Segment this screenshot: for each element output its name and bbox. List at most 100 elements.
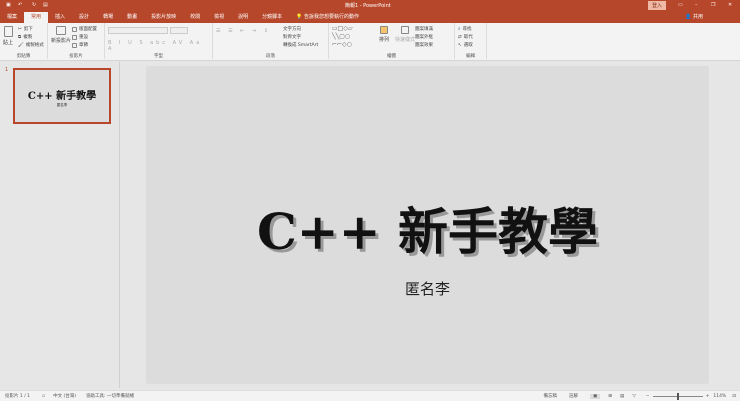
quick-styles-button[interactable]: 快速樣式 xyxy=(395,26,415,43)
paragraph-label: 段落 xyxy=(266,54,275,59)
arrange-button[interactable]: 排列 xyxy=(379,26,389,43)
zoom-level[interactable]: 114% xyxy=(713,394,726,399)
shape-outline-label: 圖案外框 xyxy=(415,35,433,40)
slide-title[interactable]: C++ 新手教學 xyxy=(147,192,708,264)
new-slide-button[interactable]: 新投影片 xyxy=(51,26,71,44)
slide-thumbnail[interactable]: C++ 新手教學 匿名李 xyxy=(13,68,111,124)
shapes-gallery[interactable]: ▭□◇▱ ╲╲▢○ ⌐⌐◇○ xyxy=(332,25,372,49)
layout-icon xyxy=(72,26,77,32)
normal-view-icon[interactable]: ▣ xyxy=(590,393,601,399)
thumbnail-subtitle: 匿名李 xyxy=(56,103,68,107)
ribbon-tabs: 檔案 常用 插入 設計 轉場 動畫 投影片放映 校閱 檢視 說明 分鏡腳本 💡 … xyxy=(0,12,740,23)
slides-label: 投影片 xyxy=(69,54,83,59)
slide-counter: 投影片 1 / 1 xyxy=(5,394,31,399)
align-text-button[interactable]: 對齊文字 xyxy=(283,33,318,41)
reading-view-icon[interactable]: ▤ xyxy=(620,394,624,399)
select-label: 選取 xyxy=(463,43,473,48)
thumbnail-title: C++ 新手教學 xyxy=(27,91,97,102)
format-painter-button[interactable]: 🖌 複製格式 xyxy=(18,41,44,49)
section-button[interactable]: 章節 xyxy=(72,41,97,49)
text-direction-button[interactable]: 文字方向 xyxy=(283,25,318,33)
paste-icon xyxy=(3,26,13,37)
font-group: B I U S abc AV Aa A 字型 xyxy=(105,23,213,59)
accessibility-status[interactable]: 協助工具: 一切準備就緒 xyxy=(86,393,134,399)
reset-icon xyxy=(72,34,77,40)
slide-canvas[interactable]: C++ 新手教學 匿名李 xyxy=(147,67,708,383)
select-button[interactable]: ↖ 選取 xyxy=(458,41,483,49)
replace-icon: ⇄ xyxy=(458,34,462,40)
share-label: 共用 xyxy=(692,14,703,20)
tab-review[interactable]: 校閱 xyxy=(183,12,207,23)
reset-button[interactable]: 重設 xyxy=(72,33,97,41)
zoom-in-button[interactable]: + xyxy=(706,394,710,399)
fit-slide-icon[interactable]: ⊡ xyxy=(732,394,736,399)
slide-sorter-icon[interactable]: ⊞ xyxy=(608,394,612,399)
save-icon[interactable]: ▣ xyxy=(6,2,11,8)
restore-button[interactable]: ❐ xyxy=(711,2,715,8)
zoom-slider[interactable] xyxy=(652,392,703,400)
select-icon: ↖ xyxy=(458,42,462,48)
ribbon-options-icon[interactable]: ▭ xyxy=(678,2,683,8)
replace-label: 取代 xyxy=(463,35,473,40)
comments-button[interactable]: 註解 xyxy=(569,393,578,399)
paste-button[interactable]: 貼上 xyxy=(3,26,13,46)
spellcheck-icon[interactable]: ▫ xyxy=(42,394,45,399)
slideshow-icon[interactable]: ▽ xyxy=(632,394,635,399)
notes-button[interactable]: 備忘稿 xyxy=(544,393,558,399)
undo-icon[interactable]: ↶ xyxy=(18,2,22,8)
window-title: 簡報1 - PowerPoint xyxy=(345,3,391,9)
editing-group: ⌕ 尋找 ⇄ 取代 ↖ 選取 編輯 xyxy=(455,23,487,59)
shape-effects-button[interactable]: 圖案效果 xyxy=(415,41,433,49)
arrange-label: 排列 xyxy=(379,37,390,43)
tab-animations[interactable]: 動畫 xyxy=(120,12,144,23)
language-status[interactable]: 中文 (台灣) xyxy=(53,393,76,399)
search-icon: ⌕ xyxy=(458,27,461,32)
zoom-slider-thumb[interactable] xyxy=(676,392,679,400)
status-bar: 投影片 1 / 1 ▫ 中文 (台灣) 協助工具: 一切準備就緒 備忘稿 註解 … xyxy=(0,390,740,401)
cut-button[interactable]: ✂ 剪下 xyxy=(18,25,44,33)
slide-subtitle[interactable]: 匿名李 xyxy=(147,278,708,299)
slides-group: 新投影片 版面配置 重設 章節 投影片 xyxy=(48,23,105,59)
quick-styles-label: 快速樣式 xyxy=(395,37,416,43)
find-label: 尋找 xyxy=(462,27,472,32)
shape-fill-label: 圖案填滿 xyxy=(415,27,433,32)
tab-view[interactable]: 檢視 xyxy=(207,12,231,23)
tab-design[interactable]: 設計 xyxy=(72,12,96,23)
tab-file[interactable]: 檔案 xyxy=(0,12,24,23)
font-format-buttons[interactable]: B I U S abc AV Aa A xyxy=(108,40,209,52)
editing-label: 編輯 xyxy=(466,54,475,59)
shape-outline-button[interactable]: 圖案外框 xyxy=(415,33,433,41)
zoom-out-button[interactable]: − xyxy=(646,394,650,399)
share-button[interactable]: 👤 共用 xyxy=(678,12,710,23)
replace-button[interactable]: ⇄ 取代 xyxy=(458,33,483,41)
paragraph-group: ☰ ☰ ⇤ ⇥ ↕ 文字方向 對齊文字 轉換成 SmartArt 段落 xyxy=(213,23,329,59)
arrange-icon xyxy=(380,26,388,34)
find-button[interactable]: ⌕ 尋找 xyxy=(458,25,483,33)
smartart-button[interactable]: 轉換成 SmartArt xyxy=(283,41,318,49)
font-name-combo[interactable] xyxy=(108,27,168,34)
quick-styles-icon xyxy=(401,26,409,34)
tab-storyboard[interactable]: 分鏡腳本 xyxy=(255,12,289,23)
present-icon[interactable]: ▤ xyxy=(43,2,48,8)
sign-in-button[interactable]: 登入 xyxy=(648,1,667,10)
drawing-group: ▭□◇▱ ╲╲▢○ ⌐⌐◇○ 排列 快速樣式 圖案填滿 圖案外框 圖案效果 繪圖 xyxy=(329,23,455,59)
layout-label: 版面配置 xyxy=(79,27,97,32)
tab-insert[interactable]: 插入 xyxy=(48,12,72,23)
close-button[interactable]: ✕ xyxy=(728,2,732,8)
new-slide-icon xyxy=(56,26,66,35)
copy-button[interactable]: ⧉ 複製 xyxy=(18,33,44,41)
title-bar: ▣ ↶ ↻ ▤ 簡報1 - PowerPoint 登入 ▭ – ❐ ✕ xyxy=(0,0,740,12)
redo-icon[interactable]: ↻ xyxy=(32,2,36,8)
section-label: 章節 xyxy=(79,43,88,48)
reset-label: 重設 xyxy=(79,35,88,40)
shape-fill-button[interactable]: 圖案填滿 xyxy=(415,25,433,33)
tab-help[interactable]: 說明 xyxy=(231,12,255,23)
layout-button[interactable]: 版面配置 xyxy=(72,25,97,33)
section-icon xyxy=(72,42,77,48)
tell-me-search[interactable]: 💡 告訴我您想要執行的動作 xyxy=(289,12,366,23)
minimize-button[interactable]: – xyxy=(695,2,698,8)
tab-transitions[interactable]: 轉場 xyxy=(96,12,120,23)
tab-home[interactable]: 常用 xyxy=(24,12,49,23)
font-size-combo[interactable] xyxy=(170,27,188,34)
tab-slideshow[interactable]: 投影片放映 xyxy=(144,12,183,23)
